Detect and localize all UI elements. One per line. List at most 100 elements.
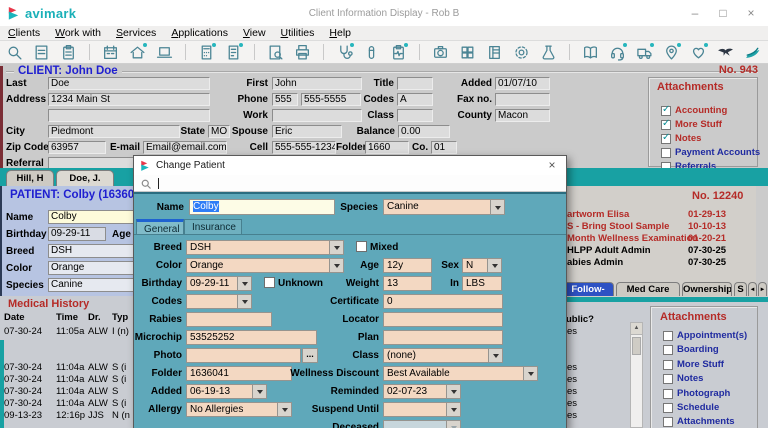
client-class-field[interactable]: [397, 109, 433, 122]
class-select[interactable]: (none): [383, 348, 503, 363]
patient-tab-med-care-plan[interactable]: Med Care Plan: [616, 282, 680, 296]
attachment-checkbox-boarding[interactable]: [663, 345, 673, 356]
attachment-checkbox-more-stuff[interactable]: [663, 359, 673, 370]
modal-tab-general[interactable]: General: [136, 219, 184, 235]
camera-icon[interactable]: [431, 43, 450, 62]
attachment-checkbox-photograph[interactable]: [663, 388, 673, 399]
vial-icon[interactable]: [362, 43, 381, 62]
menu-item-help[interactable]: Help: [329, 27, 351, 39]
patient-tab-ownership[interactable]: Ownership: [682, 282, 732, 296]
modal-tab-insurance[interactable]: Insurance: [184, 219, 242, 235]
deceased-select[interactable]: [383, 420, 461, 428]
client-phone-area-field[interactable]: 555: [272, 93, 298, 106]
rabies-input[interactable]: [186, 312, 272, 327]
client-email-field[interactable]: Email@email.com: [143, 141, 227, 154]
attachment-checkbox-appointment-s[interactable]: [663, 331, 673, 341]
client-county-field[interactable]: Macon: [495, 109, 550, 122]
vitals-icon[interactable]: [389, 42, 408, 62]
invoice-icon[interactable]: [224, 42, 243, 62]
stethoscope-icon[interactable]: [335, 42, 354, 62]
locator-input[interactable]: [383, 312, 503, 327]
calculator-icon[interactable]: [197, 42, 216, 62]
reminded-select[interactable]: 02-07-23: [383, 384, 461, 399]
scroll-up-button[interactable]: ▲: [631, 323, 642, 335]
client-work-field[interactable]: [272, 109, 362, 122]
client-address-field[interactable]: 1234 Main St: [48, 93, 210, 106]
attachment-checkbox-notes[interactable]: [661, 132, 671, 144]
client-added-field[interactable]: 01/07/10: [495, 77, 550, 90]
clipboard-icon[interactable]: [59, 43, 78, 62]
dropdown-button[interactable]: [490, 200, 504, 214]
grid-icon[interactable]: [458, 43, 477, 62]
mixed-checkbox[interactable]: [356, 241, 367, 252]
client-fax-field[interactable]: [495, 93, 550, 106]
client-co-field[interactable]: 01: [431, 141, 457, 154]
heart-icon[interactable]: [689, 42, 708, 62]
client-last-field[interactable]: Doe: [48, 77, 210, 90]
eagle-icon[interactable]: [716, 43, 735, 62]
swoosh-icon[interactable]: [743, 43, 762, 62]
patient-birthday-field[interactable]: 09-29-11: [48, 227, 106, 241]
dropdown-button[interactable]: [446, 385, 460, 398]
tab-scroll-left-button[interactable]: ◄: [748, 282, 757, 296]
search-icon[interactable]: [5, 43, 24, 62]
tab-scroll-right-button[interactable]: ►: [758, 282, 767, 296]
menu-item-applications[interactable]: Applications: [171, 27, 228, 39]
client-folder-field[interactable]: 1660: [365, 141, 409, 154]
client-address2-field[interactable]: [48, 109, 210, 122]
client-first-field[interactable]: John: [272, 77, 362, 90]
client-spouse-field[interactable]: Eric: [272, 125, 342, 138]
headset-icon[interactable]: [608, 42, 627, 62]
birthday-select[interactable]: 09-29-11: [186, 276, 252, 291]
modal-name-input[interactable]: Colby: [189, 199, 335, 215]
printer-icon[interactable]: [293, 43, 312, 62]
minimize-button[interactable]: –: [684, 4, 706, 22]
location-icon[interactable]: [662, 42, 681, 62]
client-tab-doe-j[interactable]: Doe, J.: [56, 170, 114, 186]
menu-item-utilities[interactable]: Utilities: [281, 27, 315, 39]
plan-input[interactable]: [383, 330, 503, 345]
client-codes-field[interactable]: A: [397, 93, 433, 106]
truck-icon[interactable]: [635, 42, 654, 62]
list-scrollbar[interactable]: ▲: [630, 322, 643, 428]
client-tab-hill-h[interactable]: Hill, H: [6, 170, 54, 186]
dialog-close-button[interactable]: ×: [544, 157, 560, 173]
dropdown-button[interactable]: [237, 295, 251, 308]
patient-tab-follow-ups[interactable]: Follow-ups: [562, 282, 614, 296]
flask-icon[interactable]: [539, 43, 558, 62]
calendar-icon[interactable]: [101, 43, 120, 62]
dropdown-button[interactable]: [523, 367, 537, 380]
client-balance-field[interactable]: 0.00: [398, 125, 450, 138]
attachment-checkbox-notes[interactable]: [663, 374, 673, 385]
suspend-until-select[interactable]: [383, 402, 461, 417]
preview-icon[interactable]: [266, 43, 285, 62]
dropdown-button[interactable]: [488, 349, 502, 362]
home-icon[interactable]: [128, 42, 147, 62]
scrollbar-thumb[interactable]: [632, 337, 641, 355]
menu-item-services[interactable]: Services: [116, 27, 156, 39]
wellness-discount-select[interactable]: Best Available: [383, 366, 538, 381]
dialog-search-bar[interactable]: [134, 175, 566, 192]
menu-item-clients[interactable]: Clients: [8, 27, 40, 39]
menu-item-work-with[interactable]: Work with: [55, 27, 101, 39]
attachment-checkbox-schedule[interactable]: [663, 403, 673, 413]
patient-tab-s[interactable]: S: [734, 282, 747, 296]
attachment-checkbox-payment-accounts[interactable]: [661, 148, 671, 158]
dropdown-button[interactable]: [446, 403, 460, 416]
attachment-checkbox-accounting[interactable]: [661, 104, 671, 116]
codes-select[interactable]: [186, 294, 252, 309]
breed-select[interactable]: DSH: [186, 240, 344, 255]
client-title-field[interactable]: [397, 77, 433, 90]
note-icon[interactable]: [32, 43, 51, 62]
client-zip-field[interactable]: 63957: [48, 141, 106, 154]
gear-icon[interactable]: [512, 43, 531, 62]
added-select[interactable]: 06-19-13: [186, 384, 267, 399]
maximize-button[interactable]: □: [712, 4, 734, 22]
client-state-field[interactable]: MO: [208, 125, 230, 138]
unit-input[interactable]: LBS: [462, 276, 502, 291]
dropdown-button[interactable]: [487, 259, 501, 272]
sex-select[interactable]: N: [462, 258, 502, 273]
modal-species-select[interactable]: Canine: [383, 199, 505, 215]
client-city-field[interactable]: Piedmont: [48, 125, 180, 138]
laptop-icon[interactable]: [155, 43, 174, 62]
